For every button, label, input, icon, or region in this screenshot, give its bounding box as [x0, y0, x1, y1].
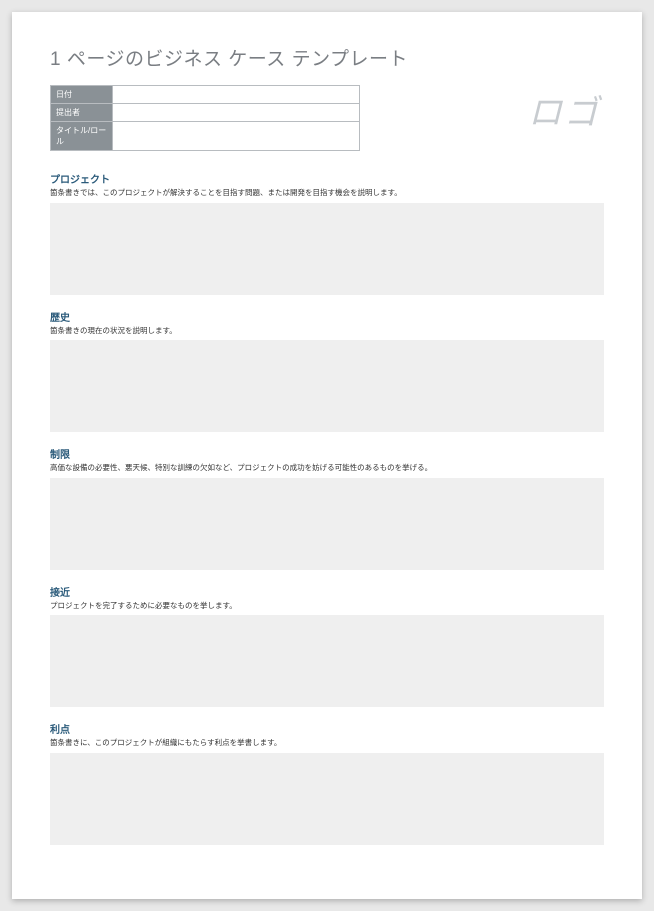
meta-value-title-role[interactable]	[113, 122, 360, 151]
section-desc-history: 箇条書きの現在の状況を説明します。	[50, 326, 604, 337]
section-history: 歴史 箇条書きの現在の状況を説明します。	[50, 309, 604, 433]
section-box-limitations[interactable]	[50, 478, 604, 570]
section-benefits: 利点 箇条書きに、このプロジェクトが組織にもたらす利点を挙書します。	[50, 721, 604, 845]
meta-label-submitter: 提出者	[51, 104, 113, 122]
section-desc-project: 箇条書きでは、このプロジェクトが解決することを目指す問題、または開発を目指す機会…	[50, 188, 604, 199]
meta-row-title-role: タイトル/ロール	[51, 122, 360, 151]
meta-table: 日付 提出者 タイトル/ロール	[50, 85, 360, 151]
section-project: プロジェクト 箇条書きでは、このプロジェクトが解決することを目指す問題、または開…	[50, 171, 604, 295]
section-desc-limitations: 高価な設備の必要性、悪天候、特別な訓練の欠如など、プロジェクトの成功を妨げる可能…	[50, 463, 604, 474]
header-row: 日付 提出者 タイトル/ロール ロゴ	[50, 85, 604, 151]
section-desc-benefits: 箇条書きに、このプロジェクトが組織にもたらす利点を挙書します。	[50, 738, 604, 749]
meta-label-date: 日付	[51, 86, 113, 104]
section-limitations: 制限 高価な設備の必要性、悪天候、特別な訓練の欠如など、プロジェクトの成功を妨げ…	[50, 446, 604, 570]
section-heading-project: プロジェクト	[50, 171, 604, 186]
meta-value-submitter[interactable]	[113, 104, 360, 122]
meta-label-title-role: タイトル/ロール	[51, 122, 113, 151]
section-box-history[interactable]	[50, 340, 604, 432]
page-title: 1 ページのビジネス ケース テンプレート	[50, 44, 604, 71]
section-desc-approach: プロジェクトを完了するために必要なものを挙します。	[50, 601, 604, 612]
document-page: 1 ページのビジネス ケース テンプレート 日付 提出者 タイトル/ロール ロゴ…	[12, 12, 642, 899]
section-box-benefits[interactable]	[50, 753, 604, 845]
section-heading-history: 歴史	[50, 309, 604, 324]
logo-placeholder: ロゴ	[528, 85, 604, 134]
section-heading-approach: 接近	[50, 584, 604, 599]
section-heading-benefits: 利点	[50, 721, 604, 736]
section-box-project[interactable]	[50, 203, 604, 295]
meta-row-date: 日付	[51, 86, 360, 104]
meta-row-submitter: 提出者	[51, 104, 360, 122]
meta-value-date[interactable]	[113, 86, 360, 104]
section-box-approach[interactable]	[50, 615, 604, 707]
section-heading-limitations: 制限	[50, 446, 604, 461]
section-approach: 接近 プロジェクトを完了するために必要なものを挙します。	[50, 584, 604, 708]
